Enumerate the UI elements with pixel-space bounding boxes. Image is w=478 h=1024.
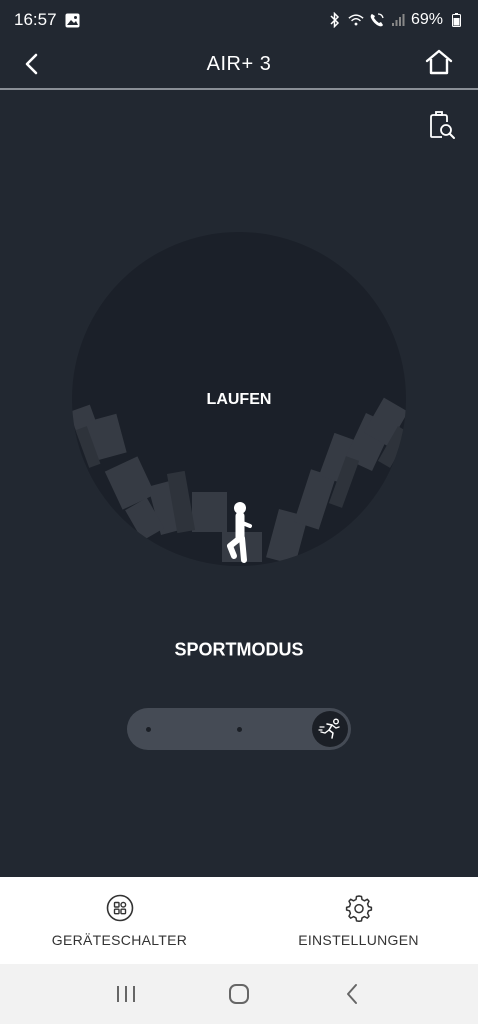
status-bar: 16:57 69% [0,0,478,40]
back-icon [346,984,357,1004]
gear-icon [345,894,372,922]
running-person-icon [318,718,340,739]
sport-mode-slider[interactable] [127,708,351,750]
slider-dot-1[interactable] [146,727,151,732]
current-mode-label: LAUFEN [206,391,272,408]
battery-search-button[interactable] [426,110,458,142]
nav-label-device-switch: GERÄTESCHALTER [51,931,188,948]
bluetooth-icon [327,12,343,28]
system-nav [0,964,478,1024]
signal-icon [390,12,406,28]
home-icon [425,49,453,75]
nav-label-settings: EINSTELLUNGEN [298,931,419,948]
nav-item-device-switch[interactable]: GERÄTESCHALTER [0,877,239,964]
image-icon [65,12,81,28]
status-right: 69% [327,11,464,29]
grid-icon [106,894,133,921]
battery-percent: 69% [410,11,443,28]
page-title: AIR+ 3 [206,52,272,75]
back-button[interactable] [16,48,48,80]
battery-search-icon [430,111,455,139]
status-left: 16:57 [14,10,81,30]
chevron-left-icon [25,53,38,75]
sport-mode-title: SPORTMODUS [174,639,304,660]
slider-dot-2[interactable] [237,727,242,732]
nav-item-settings[interactable]: EINSTELLUNGEN [239,877,478,964]
system-home-button[interactable] [219,974,259,1014]
wifi-call-icon [369,12,385,28]
status-time: 16:57 [14,10,57,29]
app-bar: AIR+ 3 [0,40,478,90]
wifi-icon [348,12,364,28]
system-back-button[interactable] [332,974,372,1014]
slider-knob[interactable] [312,711,348,747]
runner-icon [227,502,252,563]
recents-icon [117,986,136,1002]
bottom-nav: GERÄTESCHALTER EINSTELLUNGEN [0,877,478,964]
home-button[interactable] [422,45,456,79]
home-circle-icon [228,984,249,1004]
recents-button[interactable] [106,974,146,1014]
battery-icon [448,12,464,28]
